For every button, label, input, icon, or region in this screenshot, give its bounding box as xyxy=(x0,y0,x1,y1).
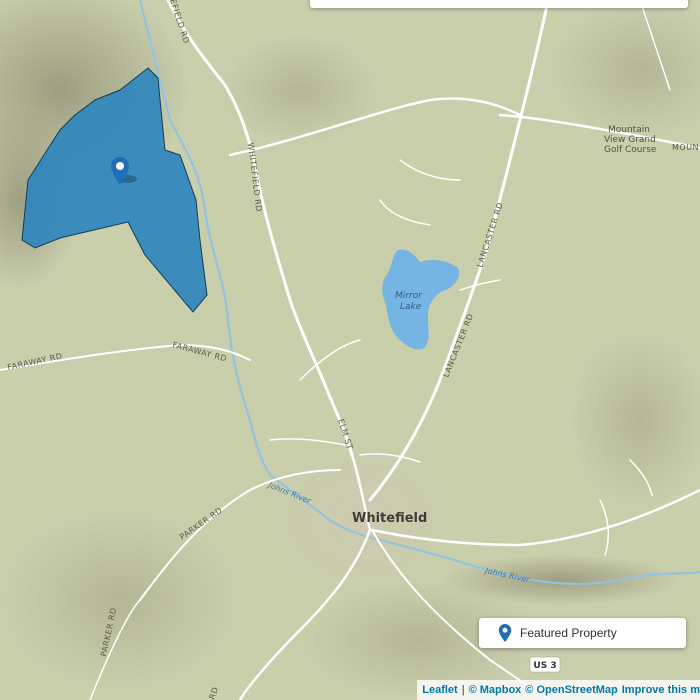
map-container[interactable]: US 3 Whitefield Mirror Lake Mountain Vie… xyxy=(0,0,700,700)
golf-label-line2: View Grand xyxy=(604,135,656,145)
lake-label-line2: Lake xyxy=(400,302,422,312)
golf-label-line3: Golf Course xyxy=(604,145,657,155)
map-canvas[interactable]: US 3 Whitefield Mirror Lake Mountain Vie… xyxy=(0,0,700,700)
us3-label: US 3 xyxy=(533,661,556,671)
top-control-bar[interactable] xyxy=(310,0,688,8)
lake-label-line1: Mirror xyxy=(395,291,423,301)
town-label-whitefield: Whitefield xyxy=(352,511,427,526)
mapbox-link[interactable]: © Mapbox xyxy=(469,684,522,696)
legend-box: Featured Property xyxy=(479,618,686,648)
attribution-separator: | xyxy=(461,684,465,696)
map-attribution: Leaflet | © Mapbox © OpenStreetMap Impro… xyxy=(417,680,700,700)
osm-link[interactable]: © OpenStreetMap xyxy=(525,684,617,696)
legend-label: Featured Property xyxy=(520,626,617,640)
map-marker-icon xyxy=(498,624,512,642)
leaflet-link[interactable]: Leaflet xyxy=(422,684,457,696)
golf-label-line1: Mountain xyxy=(608,125,650,135)
improve-map-link[interactable]: Improve this m xyxy=(622,684,700,696)
us3-shield: US 3 xyxy=(529,656,561,673)
golf-road-label: MOUN xyxy=(672,143,699,152)
